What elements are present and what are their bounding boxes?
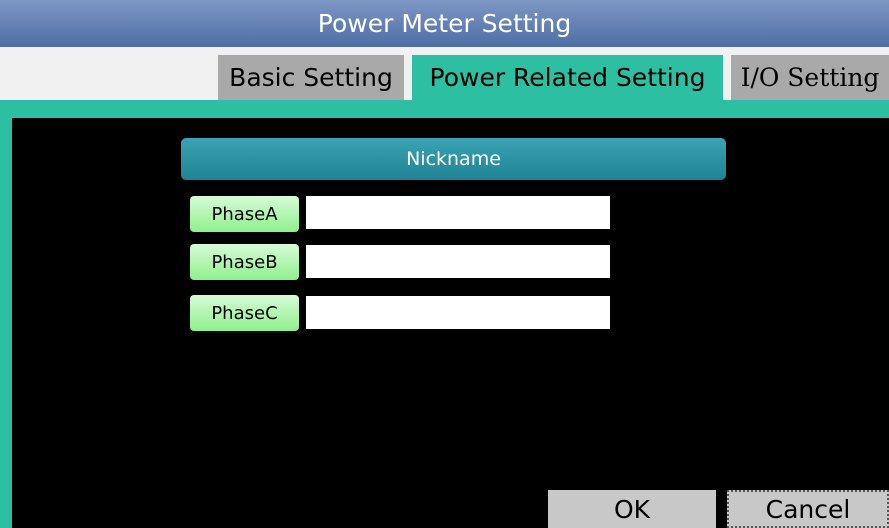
cancel-button[interactable]: Cancel (727, 490, 889, 528)
phase-c-label: PhaseC (190, 295, 299, 331)
tab-basic-setting[interactable]: Basic Setting (218, 55, 404, 100)
nickname-header: Nickname (181, 138, 726, 180)
phase-a-nickname-input[interactable] (306, 196, 610, 229)
tab-power-related-setting[interactable]: Power Related Setting (412, 55, 723, 100)
phase-c-nickname-input[interactable] (306, 296, 610, 329)
tab-io-setting[interactable]: I/O Setting (731, 55, 889, 100)
phase-b-nickname-input[interactable] (306, 245, 610, 278)
phase-a-label: PhaseA (190, 196, 299, 232)
window-title: Power Meter Setting (0, 0, 889, 47)
phase-b-label: PhaseB (190, 244, 299, 280)
ok-button[interactable]: OK (548, 490, 716, 528)
